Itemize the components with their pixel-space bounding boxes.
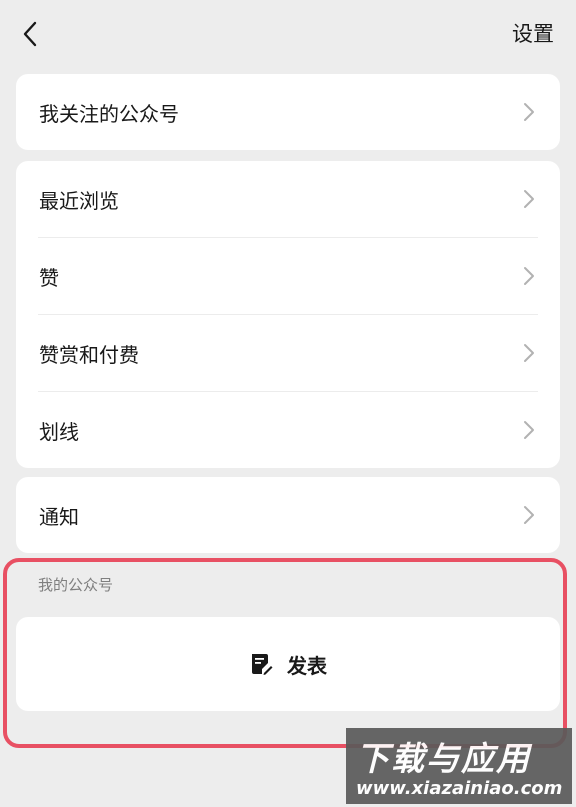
row-label: 赞赏和付费 — [39, 342, 139, 367]
back-arrow-icon — [23, 21, 37, 47]
row-recently-viewed[interactable]: 最近浏览 — [16, 161, 560, 237]
row-underlines[interactable]: 划线 — [16, 392, 560, 468]
row-rewards-and-payments[interactable]: 赞赏和付费 — [16, 315, 560, 391]
row-notifications[interactable]: 通知 — [16, 477, 560, 553]
settings-button[interactable]: 设置 — [512, 20, 554, 48]
chevron-right-icon — [522, 419, 536, 441]
watermark-url: www.xiazainiao.com — [356, 778, 563, 799]
row-label: 赞 — [39, 265, 59, 290]
chevron-right-icon — [522, 504, 536, 526]
notifications-card: 通知 — [16, 477, 560, 553]
row-label: 划线 — [39, 419, 79, 444]
edit-document-icon — [249, 652, 273, 676]
chevron-right-icon — [522, 188, 536, 210]
row-label: 最近浏览 — [39, 188, 119, 213]
section-label-my-account: 我的公众号 — [38, 576, 114, 594]
row-followed-accounts[interactable]: 我关注的公众号 — [16, 74, 560, 150]
watermark-title: 下载与应用 — [356, 739, 531, 778]
publish-label: 发表 — [287, 653, 327, 678]
chevron-right-icon — [522, 342, 536, 364]
chevron-right-icon — [522, 265, 536, 287]
activity-card: 最近浏览 赞 赞赏和付费 划线 — [16, 161, 560, 468]
row-label: 通知 — [39, 504, 79, 529]
row-likes[interactable]: 赞 — [16, 238, 560, 314]
back-button[interactable] — [12, 16, 48, 52]
top-bar: 设置 — [0, 0, 576, 70]
row-label: 我关注的公众号 — [39, 101, 179, 126]
watermark-logo: 下载与应用 www.xiazainiao.com — [346, 728, 572, 804]
chevron-right-icon — [522, 101, 536, 123]
followed-accounts-card: 我关注的公众号 — [16, 74, 560, 150]
publish-button[interactable]: 发表 — [16, 617, 560, 711]
